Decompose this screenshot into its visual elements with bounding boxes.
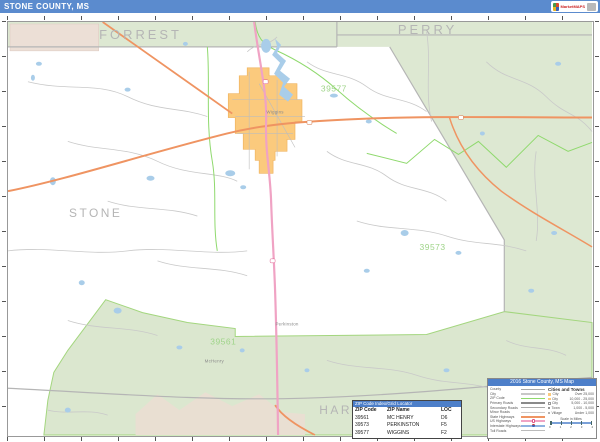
table-row: 39573 PERKINSTON F5 [353,422,461,430]
cell-loc: F2 [441,430,459,438]
map-page: STONE COUNTY, MS MarketMAPS [0,0,600,442]
cell-name: PERKINSTON [387,422,441,430]
cell-zip: 39573 [355,422,387,430]
table-row: 39561 MC HENRY D6 [353,415,461,423]
grid-ruler-top [7,16,593,20]
zip-39577-label: 39577 [321,84,347,94]
col-loc: LOC [441,407,459,415]
scale-tick: 0 [549,425,551,429]
publisher-logo: MarketMAPS [551,1,598,12]
scale-numbers: 0 1 2 3 4 [548,425,594,429]
cell-name: WIGGINS [387,430,441,438]
cell-zip: 39561 [355,415,387,423]
county-line-sample [521,389,545,391]
zip-index-table: ZIP Code Index/Grid Locator ZIP Code ZIP… [352,400,462,439]
city-size-range: Under 1,000 [564,411,595,415]
city-swatch [548,393,551,396]
col-zip-code: ZIP Code [355,407,387,415]
us-highway-sample [521,420,545,422]
logo-brand-text: MarketMAPS [561,5,585,9]
primary-road-sample [521,402,545,404]
scale-tick: 4 [591,425,593,429]
legend-label: County [490,387,521,391]
legend-label: City [490,392,521,396]
city-swatch [548,402,551,405]
wiggins-town-label: Wiggins [266,110,284,115]
legend-label: Toll Roads [490,429,521,433]
legend-label: Interstate Highways [490,424,521,428]
cell-loc: F5 [441,422,459,430]
legend-label: US Highways [490,419,521,423]
legend-row-toll: Toll Roads [490,428,545,433]
cell-zip: 39577 [355,430,387,438]
legend-title: 2016 Stone County, MS Map [488,379,596,386]
interstate-shield-icon [532,424,536,428]
scale-tick: 2 [570,425,572,429]
cell-loc: D6 [441,415,459,423]
map-legend: 2016 Stone County, MS Map County City ZI… [487,378,597,439]
logo-badge [587,3,596,11]
toll-road-sample [521,430,545,432]
col-zip-name: ZIP Name [387,407,441,415]
city-swatch [548,407,550,409]
city-size-row: VillageUnder 1,000 [548,410,594,415]
city-swatch [548,398,551,401]
grid-ruler-right [595,21,599,436]
city-size-label: Village [552,411,564,415]
logo-mark-icon [553,3,559,11]
us-shield-icon [532,419,536,423]
mchenry-town-label: McHenry [205,358,225,363]
state-highway-sample [521,416,545,418]
page-title: STONE COUNTY, MS [0,0,600,13]
county-map: FORREST PERRY STONE HARRISON 39577 39573… [7,21,594,437]
zip-39561-label: 39561 [210,336,236,346]
city-swatch [548,412,550,414]
scale-tick: 1 [560,425,562,429]
perry-county-label: PERRY [398,22,457,37]
legend-label: ZIP Code [490,396,521,400]
cell-name: MC HENRY [387,415,441,423]
title-bar: STONE COUNTY, MS MarketMAPS [0,0,600,13]
legend-label: Primary Roads [490,401,521,405]
secondary-road-sample [521,407,545,409]
stone-county-label: STONE [69,206,122,220]
scale-bar: Scale in Miles 0 1 2 3 4 [548,417,594,429]
legend-label: Minor Roads [490,410,521,414]
zip-line-sample [521,398,545,400]
perkinston-town-label: Perkinston [275,322,298,327]
zip-39573-label: 39573 [420,242,446,252]
grid-ruler-left [2,21,6,436]
minor-road-sample [521,412,545,413]
interstate-sample [521,425,545,428]
scale-tick: 3 [581,425,583,429]
county-map-art: FORREST PERRY STONE HARRISON 39577 39573… [8,22,593,436]
forrest-county-label: FORREST [99,27,182,42]
legend-label: Secondary Roads [490,406,521,410]
legend-cities-towns: Cities and Towns CityOver 25,000 City10,… [548,387,594,433]
city-line-sample [521,393,545,396]
legend-label: State Highways [490,415,521,419]
zip-table-header-row: ZIP Code ZIP Name LOC [353,407,461,415]
table-row: 39577 WIGGINS F2 [353,430,461,438]
legend-line-symbols: County City ZIP Code Primary Roads Secon… [490,387,545,433]
